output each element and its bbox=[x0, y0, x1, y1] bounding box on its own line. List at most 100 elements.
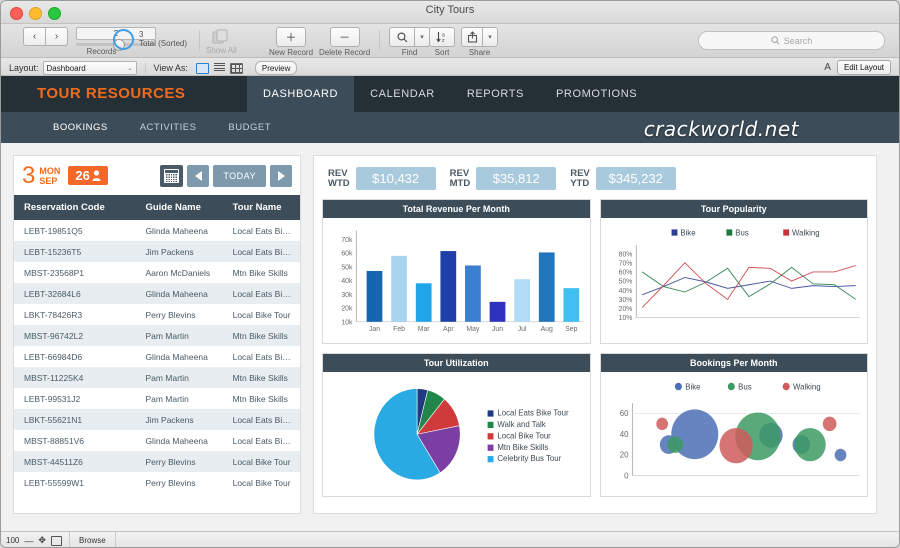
record-nav-buttons[interactable]: ‹ › bbox=[23, 27, 68, 46]
chart-body-bookings: Bike Bus Walking 0 20 40 60 bbox=[600, 371, 867, 496]
col-reservation-code[interactable]: Reservation Code bbox=[14, 195, 136, 220]
table-row[interactable]: MBST-11225K4 Pam Martin Mtn Bike Skills bbox=[14, 367, 300, 388]
svg-text:60%: 60% bbox=[618, 269, 632, 276]
find-group[interactable]: ▾ Find bbox=[389, 27, 430, 57]
cell-reservation-code: MBST-88851V6 bbox=[24, 435, 85, 446]
date-weekday-month: MON SEP bbox=[39, 166, 60, 186]
text-format-icon[interactable]: A bbox=[824, 62, 831, 73]
table-row[interactable]: LEBT-99531J2 Pam Martin Mtn Bike Skills bbox=[14, 388, 300, 409]
cell-tour-name: Mtn Bike Skills bbox=[232, 393, 288, 404]
share-caption: Share bbox=[468, 48, 491, 57]
table-row[interactable]: LEBT-19851Q5 Glinda Maheena Local Eats Bik… bbox=[14, 220, 300, 241]
svg-text:Celebrity Bus Tour: Celebrity Bus Tour bbox=[497, 454, 561, 463]
main-tabs[interactable]: DASHBOARD CALENDAR REPORTS PROMOTIONS bbox=[247, 76, 653, 112]
status-divider-2 bbox=[115, 532, 116, 547]
svg-text:0: 0 bbox=[624, 471, 629, 480]
cell-reservation-code: LEBT-55599W1 bbox=[24, 477, 85, 488]
next-record-button[interactable]: › bbox=[46, 27, 68, 46]
table-row[interactable]: LEBT-55599W1 Perry Blevins Local Bike Tour bbox=[14, 472, 300, 493]
toolbar-divider bbox=[199, 30, 200, 51]
cell-reservation-code: LEBT-66984D6 bbox=[24, 351, 83, 362]
tab-reports[interactable]: REPORTS bbox=[451, 76, 540, 112]
toolbar: ‹ › 2 Records 3 Total (Sorted) Show All … bbox=[1, 24, 899, 58]
zoom-out-icon[interactable]: — bbox=[24, 536, 33, 546]
zoom-in-icon[interactable]: ✥ bbox=[38, 535, 46, 546]
calendar-picker-button[interactable] bbox=[160, 164, 184, 187]
preview-button[interactable]: Preview bbox=[254, 61, 298, 75]
previous-record-button[interactable]: ‹ bbox=[23, 27, 46, 46]
table-row[interactable]: MBST-96742L2 Pam Martin Mtn Bike Skills bbox=[14, 325, 300, 346]
cell-reservation-code: LEBT-99531J2 bbox=[24, 393, 81, 404]
cell-guide-name: Perry Blevins bbox=[145, 477, 196, 488]
table-header-row: Reservation Code Guide Name Tour Name bbox=[14, 195, 300, 220]
svg-text:Apr: Apr bbox=[443, 326, 454, 333]
table-row[interactable]: LBKT-55621N1 Jim Packens Local Eats Bike T… bbox=[14, 409, 300, 430]
find-dropdown-icon[interactable]: ▾ bbox=[415, 27, 430, 47]
toggle-sidebar-icon[interactable] bbox=[50, 535, 62, 546]
tab-dashboard[interactable]: DASHBOARD bbox=[247, 76, 355, 112]
chart-card-bookings: Bookings Per Month Bike Bus Walking 0 20 40 60 bbox=[599, 352, 868, 497]
chevron-right-icon bbox=[277, 170, 285, 181]
col-guide-name[interactable]: Guide Name bbox=[135, 195, 223, 220]
new-record-group[interactable]: ＋ New Record bbox=[269, 27, 313, 57]
view-form-icon[interactable] bbox=[195, 62, 209, 74]
table-row[interactable]: LEBT-15236T5 Jim Packens Local Eats Bike T… bbox=[14, 241, 300, 262]
show-all-icon[interactable] bbox=[207, 27, 235, 45]
svg-text:60k: 60k bbox=[341, 251, 352, 258]
cell-guide-name: Perry Blevins bbox=[145, 309, 196, 320]
layout-select[interactable]: Dashboard ⌄ bbox=[42, 61, 137, 75]
delete-record-group[interactable]: － Delete Record bbox=[319, 27, 370, 57]
kpi-label: REV MTD bbox=[449, 168, 471, 189]
col-tour-name[interactable]: Tour Name bbox=[222, 195, 300, 220]
svg-text:Walking: Walking bbox=[793, 382, 821, 391]
next-day-button[interactable] bbox=[270, 164, 292, 187]
kpi-label-bottom: MTD bbox=[449, 177, 471, 189]
subtab-activities[interactable]: ACTIVITIES bbox=[124, 112, 213, 143]
watermark: crackworld.net bbox=[643, 117, 799, 141]
edit-layout-button[interactable]: Edit Layout bbox=[836, 60, 891, 75]
table-row[interactable]: LBKT-78426R3 Perry Blevins Local Bike Tour bbox=[14, 304, 300, 325]
subtab-bookings[interactable]: BOOKINGS bbox=[37, 112, 124, 146]
sub-tabs[interactable]: BOOKINGS ACTIVITIES BUDGET bbox=[37, 112, 287, 146]
kpi-rev-ytd: REV YTD $345,232 bbox=[570, 167, 676, 190]
attendee-count: 26 bbox=[75, 168, 90, 183]
svg-text:70k: 70k bbox=[341, 237, 352, 244]
chart-card-tour-utilization: Tour Utilization Local Eats Bike Tour Wal… bbox=[322, 352, 591, 497]
view-as-icons[interactable] bbox=[195, 62, 243, 74]
new-record-icon[interactable]: ＋ bbox=[276, 27, 306, 47]
svg-text:80%: 80% bbox=[618, 251, 632, 258]
kpi-label: REV YTD bbox=[570, 168, 590, 189]
svg-text:20%: 20% bbox=[618, 306, 632, 313]
view-list-icon[interactable] bbox=[213, 62, 225, 72]
layout-bar: Layout: Dashboard ⌄ View As: Preview A E… bbox=[1, 58, 899, 76]
tab-promotions[interactable]: PROMOTIONS bbox=[540, 76, 653, 112]
sub-navbar: BOOKINGS ACTIVITIES BUDGET crackworld.ne… bbox=[1, 112, 899, 146]
sort-group[interactable]: az Sort bbox=[429, 27, 455, 57]
search-icon[interactable] bbox=[389, 27, 415, 47]
svg-text:Jan: Jan bbox=[369, 326, 380, 333]
today-button[interactable]: TODAY bbox=[213, 164, 266, 187]
share-group[interactable]: ▾ Share bbox=[461, 27, 498, 57]
calendar-controls[interactable]: TODAY bbox=[160, 164, 292, 187]
cell-guide-name: Glinda Maheena bbox=[145, 225, 208, 236]
table-row[interactable]: MBST-88851V6 Glinda Maheena Local Eats Bik… bbox=[14, 430, 300, 451]
cell-tour-name: Mtn Bike Skills bbox=[222, 367, 300, 388]
search-input[interactable]: Search bbox=[698, 31, 885, 50]
app-brand: TOUR RESOURCES bbox=[37, 85, 186, 102]
delete-record-icon[interactable]: － bbox=[329, 27, 360, 47]
share-dropdown-icon[interactable]: ▾ bbox=[483, 27, 498, 47]
table-row[interactable]: LEBT-32684L6 Glinda Maheena Local Eats Bik… bbox=[14, 283, 300, 304]
previous-day-button[interactable] bbox=[187, 164, 210, 187]
share-icon[interactable] bbox=[461, 27, 483, 47]
chart-title-revenue: Total Revenue Per Month bbox=[323, 200, 590, 218]
sort-icon[interactable]: az bbox=[429, 27, 455, 47]
table-row[interactable]: MBST-23568P1 Aaron McDaniels Mtn Bike Skil… bbox=[14, 262, 300, 283]
subtab-budget[interactable]: BUDGET bbox=[212, 112, 287, 143]
tab-calendar[interactable]: CALENDAR bbox=[354, 76, 451, 112]
date-weekday: MON bbox=[39, 165, 61, 176]
table-row[interactable]: MBST-44511Z6 Perry Blevins Local Bike Tour bbox=[14, 451, 300, 472]
table-row[interactable]: LEBT-66984D6 Glinda Maheena Local Eats Bik… bbox=[14, 346, 300, 367]
chart-body-popularity: Bike Bus Walking 10% 20% 30% 40% 50% 60% 70% 80% bbox=[600, 218, 867, 343]
show-all-group[interactable]: Show All bbox=[206, 27, 237, 55]
view-table-icon[interactable] bbox=[229, 62, 243, 74]
